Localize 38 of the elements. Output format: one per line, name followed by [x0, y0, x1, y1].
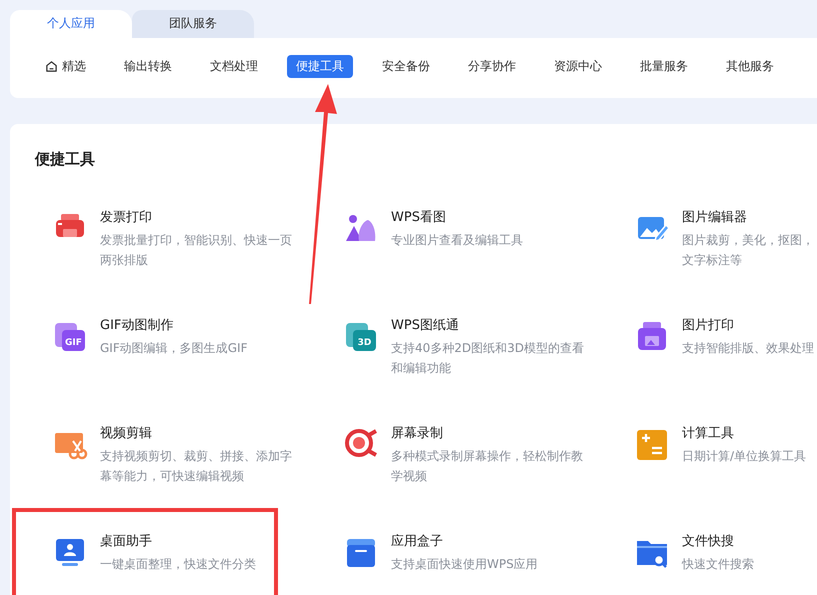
tool-description: 快速文件搜索	[682, 556, 755, 573]
tool-name[interactable]: 屏幕录制	[391, 425, 587, 443]
category-tab[interactable]: 文档处理	[201, 55, 267, 78]
tool-description: 支持桌面快速使用WPS应用	[391, 556, 539, 573]
tool-name[interactable]: 文件快搜	[682, 533, 816, 551]
category-tab[interactable]: 批量服务	[631, 55, 697, 78]
category-tab[interactable]: 输出转换	[115, 55, 181, 78]
section-title: 便捷工具	[35, 150, 96, 169]
tool-description: 发票批量打印，智能识别、快速一页两张排版	[100, 232, 293, 269]
category-tab[interactable]: 其他服务	[717, 55, 783, 78]
tool-name[interactable]: 发票打印	[100, 209, 296, 227]
tool-description: 专业图片查看及编辑工具	[391, 232, 524, 249]
tool-description: 日期计算/单位换算工具	[682, 448, 808, 465]
tool-description: 一键桌面整理，快速文件分类	[100, 556, 257, 573]
category-tab[interactable]: 精选	[36, 55, 95, 78]
category-tab[interactable]: 分享协作	[459, 55, 525, 78]
tool-name[interactable]: 图片打印	[682, 317, 816, 335]
tool-name[interactable]: WPS图纸通	[391, 317, 587, 335]
tool-name[interactable]: GIF动图制作	[100, 317, 296, 335]
tool-description: 支持智能排版、效果处理	[682, 340, 815, 357]
tool-description: 多种模式录制屏幕操作，轻松制作教学视频	[391, 448, 584, 485]
tool-name[interactable]: 图片编辑器	[682, 209, 816, 227]
tool-name[interactable]: 应用盒子	[391, 533, 587, 551]
home-icon	[45, 60, 58, 73]
tool-description: GIF动图编辑，多图生成GIF	[100, 340, 248, 357]
tool-description: 支持视频剪切、裁剪、拼接、添加字幕等能力，可快速编辑视频	[100, 448, 293, 485]
tool-name[interactable]: 桌面助手	[100, 533, 296, 551]
tool-name[interactable]: 计算工具	[682, 425, 816, 443]
tool-name[interactable]: 视频剪辑	[100, 425, 296, 443]
category-tab[interactable]: 安全备份	[373, 55, 439, 78]
tab[interactable]: 团队服务	[132, 10, 254, 38]
category-tab[interactable]: 便捷工具	[287, 55, 353, 78]
category-tab[interactable]: 资源中心	[545, 55, 611, 78]
tool-description: 图片裁剪，美化，抠图，文字标注等	[682, 232, 815, 269]
tool-name[interactable]: WPS看图	[391, 209, 587, 227]
tab[interactable]: 个人应用	[10, 10, 132, 38]
tool-description: 支持40多种2D图纸和3D模型的查看和编辑功能	[391, 340, 586, 377]
calculator-icon	[634, 427, 670, 463]
